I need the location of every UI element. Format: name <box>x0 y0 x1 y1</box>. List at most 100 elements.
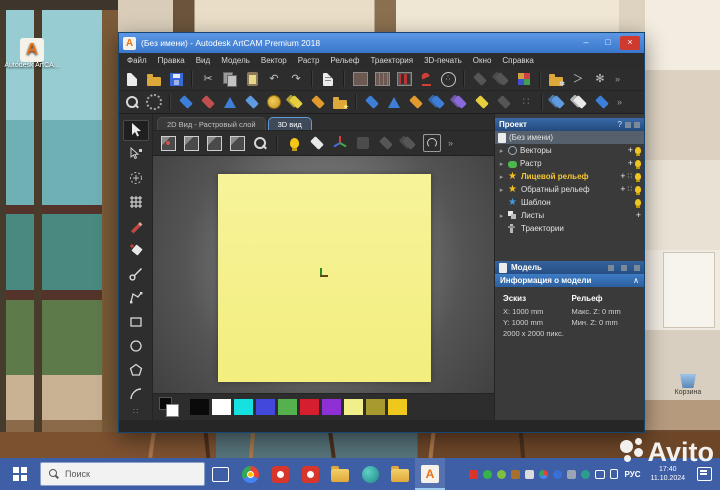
tray-red-icon[interactable] <box>468 469 478 479</box>
polygon-tool[interactable] <box>123 359 149 380</box>
expander-icon[interactable]: ▸ <box>498 160 505 168</box>
copy-icon[interactable] <box>221 70 239 88</box>
select-tool[interactable] <box>122 120 149 141</box>
title-bar[interactable]: A (Без имени) - Autodesk ArtCAM Premium … <box>119 33 644 53</box>
relief-layers-icon[interactable] <box>287 93 305 111</box>
add-icon[interactable]: + <box>628 159 633 168</box>
menu-file[interactable]: Файл <box>127 56 147 65</box>
desktop-icon-recycle-bin[interactable]: Корзина <box>660 374 716 396</box>
model-user-icon[interactable] <box>634 264 640 271</box>
gold-coin-icon[interactable] <box>265 93 283 111</box>
orange-relief-icon[interactable] <box>309 93 327 111</box>
palette-swatch-green[interactable] <box>278 399 297 415</box>
relief-clay-icon[interactable] <box>199 93 217 111</box>
palette-swatch-black[interactable] <box>190 399 209 415</box>
measure-tool[interactable] <box>123 264 149 285</box>
close-button[interactable]: × <box>620 36 640 50</box>
tray-expand-icon[interactable] <box>566 469 576 479</box>
palette-swatch-blue[interactable] <box>256 399 275 415</box>
front-view-icon[interactable] <box>182 134 200 152</box>
iso-view-icon[interactable] <box>159 134 177 152</box>
tray-chrome-icon[interactable] <box>538 469 548 479</box>
pin-icon[interactable] <box>625 121 631 128</box>
tray-green-icon[interactable] <box>496 469 506 479</box>
tools-more-icon[interactable]: ∷ <box>133 407 138 420</box>
zoom-view-icon[interactable] <box>251 134 269 152</box>
node-edit-tool[interactable] <box>123 144 149 165</box>
new-file-icon[interactable] <box>123 70 141 88</box>
texture-relief-icon[interactable] <box>451 93 469 111</box>
model-info-header[interactable]: Информация о модели ∧ <box>495 274 644 287</box>
taskbar-teal-app-icon[interactable] <box>355 458 385 490</box>
tree-item-template[interactable]: ★ Шаблон <box>495 196 644 209</box>
polyline-tool[interactable] <box>123 287 149 308</box>
rotate-view-icon[interactable] <box>423 134 441 152</box>
model-panel-header[interactable]: Модель <box>495 261 644 274</box>
collapse-icon[interactable]: ∧ <box>633 276 639 285</box>
menu-help[interactable]: Справка <box>502 56 533 65</box>
search-input[interactable]: Поиск <box>40 462 205 486</box>
transform-relief-icon[interactable] <box>243 93 261 111</box>
expander-icon[interactable]: ▸ <box>498 212 505 220</box>
merge-relief-icon[interactable] <box>429 93 447 111</box>
visibility-bulb-icon[interactable] <box>635 173 641 182</box>
shape-editor-icon[interactable] <box>221 93 239 111</box>
smooth-relief-icon[interactable] <box>363 93 381 111</box>
menu-relief[interactable]: Рельеф <box>330 56 359 65</box>
open-file-icon[interactable] <box>145 70 163 88</box>
cut-icon[interactable]: ✂ <box>199 70 217 88</box>
menu-view[interactable]: Вид <box>196 56 210 65</box>
flip-relief-icon[interactable] <box>593 93 611 111</box>
palette-swatch-gold[interactable] <box>388 399 407 415</box>
model-sheet[interactable] <box>218 174 431 382</box>
palette-swatch-red[interactable] <box>300 399 319 415</box>
taskbar-folder-icon[interactable] <box>325 458 355 490</box>
menu-model[interactable]: Модель <box>221 56 250 65</box>
secondary-color[interactable] <box>166 404 179 417</box>
assistant-icon[interactable]: ∴ <box>439 70 457 88</box>
panel-columns-icon[interactable] <box>373 70 391 88</box>
tree-item-front-relief[interactable]: ▸ ★ Лицевой рельеф + ∷ <box>495 170 644 183</box>
side-view-icon[interactable] <box>205 134 223 152</box>
color-reduce-icon[interactable] <box>515 70 533 88</box>
offset-relief-icon[interactable] <box>407 93 425 111</box>
visibility-bulb-icon[interactable] <box>635 147 641 156</box>
desktop-shortcut-artcam[interactable]: A Autodesk ArtCA... <box>4 38 60 69</box>
paste-relief-icon[interactable] <box>571 93 589 111</box>
palette-swatch-pale-yellow[interactable] <box>344 399 363 415</box>
menu-window[interactable]: Окно <box>473 56 492 65</box>
expander-icon[interactable]: ▸ <box>498 147 505 155</box>
project-panel-header[interactable]: Проект ? <box>495 118 644 131</box>
tab-2d-view[interactable]: 2D Вид - Растровый слой <box>157 117 266 130</box>
undo-icon[interactable]: ↶ <box>265 70 283 88</box>
volume-icon[interactable] <box>524 469 534 479</box>
tree-item-sheets[interactable]: ▸ Листы + <box>495 209 644 222</box>
panel-layout-icon[interactable] <box>351 70 369 88</box>
emboss-icon[interactable] <box>473 93 491 111</box>
rectangle-tool[interactable] <box>123 311 149 332</box>
menu-edit[interactable]: Правка <box>158 56 185 65</box>
help-icon[interactable]: ? <box>618 120 622 129</box>
layer-dots-icon[interactable]: ∷ <box>628 186 633 193</box>
tray-brown-icon[interactable] <box>510 469 520 479</box>
model-action-icon[interactable] <box>608 264 614 271</box>
toolbar-overflow-icon[interactable]: » <box>615 74 620 84</box>
vector-doctor-icon[interactable]: ＞ <box>569 70 587 88</box>
toolbar2-overflow-icon[interactable]: » <box>617 97 622 107</box>
notes-icon[interactable] <box>319 70 337 88</box>
lighting-icon[interactable] <box>285 134 303 152</box>
taskbar-explorer-icon[interactable] <box>385 458 415 490</box>
panel-grid-icon[interactable] <box>395 70 413 88</box>
save-icon[interactable] <box>167 70 185 88</box>
bluetooth-icon[interactable] <box>552 469 562 479</box>
transform-tool[interactable] <box>123 168 149 189</box>
expander-icon[interactable]: ▸ <box>498 173 505 181</box>
palette-swatch-purple[interactable] <box>322 399 341 415</box>
add-icon[interactable]: + <box>620 185 625 194</box>
maximize-button[interactable]: □ <box>598 36 618 50</box>
notification-center-icon[interactable] <box>697 467 712 481</box>
add-icon[interactable]: + <box>636 211 641 220</box>
taskbar-artcam-icon[interactable]: A <box>415 458 445 490</box>
menu-3dprint[interactable]: 3D-печать <box>424 56 462 65</box>
tree-item-vectors[interactable]: ▸ Векторы + <box>495 144 644 157</box>
